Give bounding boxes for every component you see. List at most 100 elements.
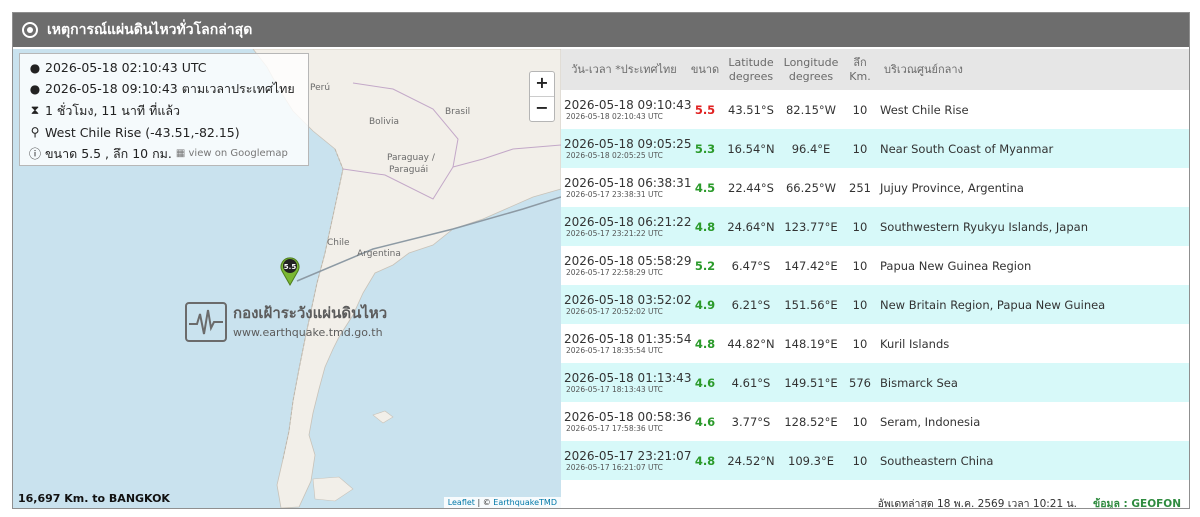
datetime-cell: 2026-05-18 01:13:43 2026-05-17 18:13:43 U…	[561, 363, 692, 402]
longitude-cell: 151.56°E	[779, 285, 843, 324]
header-region: บริเวณศูนย์กลาง	[877, 49, 1189, 90]
magnitude-cell: 5.5	[694, 102, 716, 117]
distance-to-bangkok: 16,697 Km. to BANGKOK	[18, 492, 170, 505]
utc-datetime: 2026-05-17 17:58:36 UTC	[566, 424, 663, 433]
magnitude-cell: 4.6	[694, 414, 716, 429]
header-longitude: Longitude degrees	[779, 49, 843, 90]
utc-datetime: 2026-05-17 23:38:31 UTC	[566, 190, 663, 199]
googlemap-link-text[interactable]: view on Googlemap	[189, 148, 288, 159]
region-cell: New Britain Region, Papua New Guinea	[877, 285, 1189, 324]
elapsed-row: ⧗ 1 ชั่วโมง, 11 นาที ที่แล้ว	[28, 100, 300, 122]
latitude-cell: 6.21°S	[723, 285, 779, 324]
magnitude-cell: 4.8	[687, 441, 723, 480]
map-label-peru: Perú	[310, 83, 331, 93]
header-latitude: Latitude degrees	[723, 49, 779, 90]
table-row[interactable]: 2026-05-18 09:05:25 2026-05-18 02:05:25 U…	[561, 129, 1189, 168]
latitude-cell: 22.44°S	[728, 180, 774, 195]
table-footer: อัพเดทล่าสุด 18 พ.ค. 2569 เวลา 10:21 น. …	[561, 493, 1189, 508]
thai-datetime: 2026-05-17 23:21:07	[564, 449, 692, 463]
header-depth: ลึก Km.	[843, 49, 877, 90]
map-label-bolivia: Bolivia	[369, 117, 400, 127]
map-label-argentina: Argentina	[357, 249, 401, 259]
table-row[interactable]: 2026-05-18 01:13:43 2026-05-17 18:13:43 U…	[561, 363, 1189, 402]
table-row[interactable]: 2026-05-18 03:52:02 2026-05-17 20:52:02 U…	[561, 285, 1189, 324]
longitude-cell: 148.19°E	[784, 336, 838, 351]
latitude-cell: 3.77°S	[731, 414, 771, 429]
header-latitude-line2: degrees	[728, 69, 774, 83]
datetime-cell: 2026-05-17 23:21:07 2026-05-17 16:21:07 U…	[561, 441, 692, 480]
datetime-cell: 2026-05-18 06:21:22 2026-05-17 23:21:22 U…	[561, 207, 692, 246]
longitude-cell: 109.3°E	[779, 441, 843, 480]
zoom-in-button[interactable]: +	[530, 72, 554, 97]
depth-cell: 10	[852, 414, 868, 429]
magnitude-cell: 4.8	[694, 336, 716, 351]
widget-title: เหตุการณ์แผ่นดินไหวทั่วโลกล่าสุด	[47, 22, 253, 38]
earthquake-map[interactable]: Perú Bolivia Brasil Paraguay / Paraguái …	[13, 49, 561, 508]
utc-datetime: 2026-05-18 02:10:43 UTC	[566, 112, 663, 121]
image-icon: ▦	[175, 148, 186, 160]
map-label-paraguay: Paraguay /	[387, 153, 435, 163]
leaflet-link[interactable]: Leaflet	[448, 498, 475, 507]
longitude-cell: 82.15°W	[785, 102, 837, 117]
latitude-cell: 44.82°N	[727, 336, 775, 351]
datetime-cell: 2026-05-18 00:58:36 2026-05-17 17:58:36 U…	[561, 402, 692, 441]
depth-cell: 576	[843, 363, 877, 402]
logo-title: กองเฝ้าระวังแผ่นดินไหว	[233, 304, 388, 322]
latitude-cell: 16.54°N	[723, 129, 779, 168]
table-body: 2026-05-18 09:10:43 2026-05-18 02:10:43 U…	[561, 90, 1189, 480]
datetime-cell: 2026-05-18 03:52:02 2026-05-17 20:52:02 U…	[561, 285, 691, 324]
table-row[interactable]: 2026-05-18 00:58:36 2026-05-17 17:58:36 U…	[561, 402, 1189, 441]
data-source[interactable]: ข้อมูล : GEOFON	[1093, 495, 1181, 508]
utc-datetime: 2026-05-17 23:21:22 UTC	[566, 229, 663, 238]
datetime-cell: 2026-05-18 01:35:54 2026-05-17 18:35:54 U…	[561, 324, 691, 363]
earthquake-widget: เหตุการณ์แผ่นดินไหวทั่วโลกล่าสุด Perú Bo…	[12, 12, 1190, 509]
table-row[interactable]: 2026-05-18 06:21:22 2026-05-17 23:21:22 U…	[561, 207, 1189, 246]
depth-cell: 10	[852, 336, 868, 351]
table-row[interactable]: 2026-05-17 23:21:07 2026-05-17 16:21:07 U…	[561, 441, 1189, 480]
magnitude-cell: 4.9	[687, 285, 723, 324]
depth-cell: 10	[843, 207, 877, 246]
earthquaketmd-link[interactable]: EarthquakeTMD	[493, 498, 557, 507]
datetime-cell: 2026-05-18 06:38:31 2026-05-17 23:38:31 U…	[561, 168, 692, 207]
map-attribution: Leaflet | © EarthquakeTMD	[443, 497, 561, 508]
earthquake-table-panel: วัน-เวลา *ประเทศไทย ขนาด Latitude degrees…	[561, 49, 1189, 508]
datetime-cell: 2026-05-18 09:05:25 2026-05-18 02:05:25 U…	[561, 129, 692, 168]
header-datetime: วัน-เวลา *ประเทศไทย	[561, 49, 687, 90]
utc-datetime: 2026-05-17 18:35:54 UTC	[566, 346, 663, 355]
thai-datetime: 2026-05-18 01:13:43	[564, 371, 692, 385]
depth-cell: 10	[843, 441, 877, 480]
longitude-cell: 147.42°E	[784, 258, 838, 273]
region-cell: Papua New Guinea Region	[880, 258, 1032, 273]
map-label-chile: Chile	[327, 238, 350, 248]
magnitude-cell: 5.2	[694, 258, 716, 273]
clock-icon: ●	[29, 60, 41, 75]
table-row[interactable]: 2026-05-18 01:35:54 2026-05-17 18:35:54 U…	[561, 324, 1189, 363]
table-row[interactable]: 2026-05-18 06:38:31 2026-05-17 23:38:31 U…	[561, 168, 1189, 207]
table-row[interactable]: 2026-05-18 09:10:43 2026-05-18 02:10:43 U…	[561, 90, 1189, 129]
location-row: ⚲ West Chile Rise (-43.51,-82.15)	[28, 122, 300, 144]
thai-datetime: 2026-05-18 06:21:22	[564, 215, 692, 229]
table-row[interactable]: 2026-05-18 05:58:29 2026-05-17 22:58:29 U…	[561, 246, 1189, 285]
epicenter-marker[interactable]: 5.5	[279, 256, 301, 286]
thai-datetime: 2026-05-18 09:05:25	[564, 137, 692, 151]
utc-datetime: 2026-05-17 16:21:07 UTC	[566, 463, 663, 472]
utc-datetime: 2026-05-17 20:52:02 UTC	[566, 307, 663, 316]
utc-time: 2026-05-18 02:10:43 UTC	[45, 60, 207, 76]
clock-icon: ●	[29, 82, 41, 97]
zoom-out-button[interactable]: −	[530, 97, 554, 121]
googlemap-link[interactable]: ▦ view on Googlemap	[176, 148, 288, 159]
utc-time-row: ● 2026-05-18 02:10:43 UTC	[28, 57, 300, 79]
header-latitude-line1: Latitude	[728, 55, 774, 69]
datetime-cell: 2026-05-18 09:10:43 2026-05-18 02:10:43 U…	[561, 90, 691, 129]
thai-datetime: 2026-05-18 00:58:36	[564, 410, 692, 424]
thai-datetime: 2026-05-18 06:38:31	[564, 176, 692, 190]
location-text: West Chile Rise (-43.51,-82.15)	[45, 124, 240, 140]
header-longitude-line1: Longitude	[783, 55, 839, 69]
utc-datetime: 2026-05-17 22:58:29 UTC	[566, 268, 663, 277]
region-cell: West Chile Rise	[880, 102, 969, 117]
depth-cell: 10	[843, 129, 877, 168]
utc-datetime: 2026-05-18 02:05:25 UTC	[566, 151, 663, 160]
region-cell: Near South Coast of Myanmar	[877, 129, 1189, 168]
region-cell: Bismarck Sea	[877, 363, 1189, 402]
magnitude-depth: ขนาด 5.5 , ลึก 10 กม.	[45, 145, 172, 161]
